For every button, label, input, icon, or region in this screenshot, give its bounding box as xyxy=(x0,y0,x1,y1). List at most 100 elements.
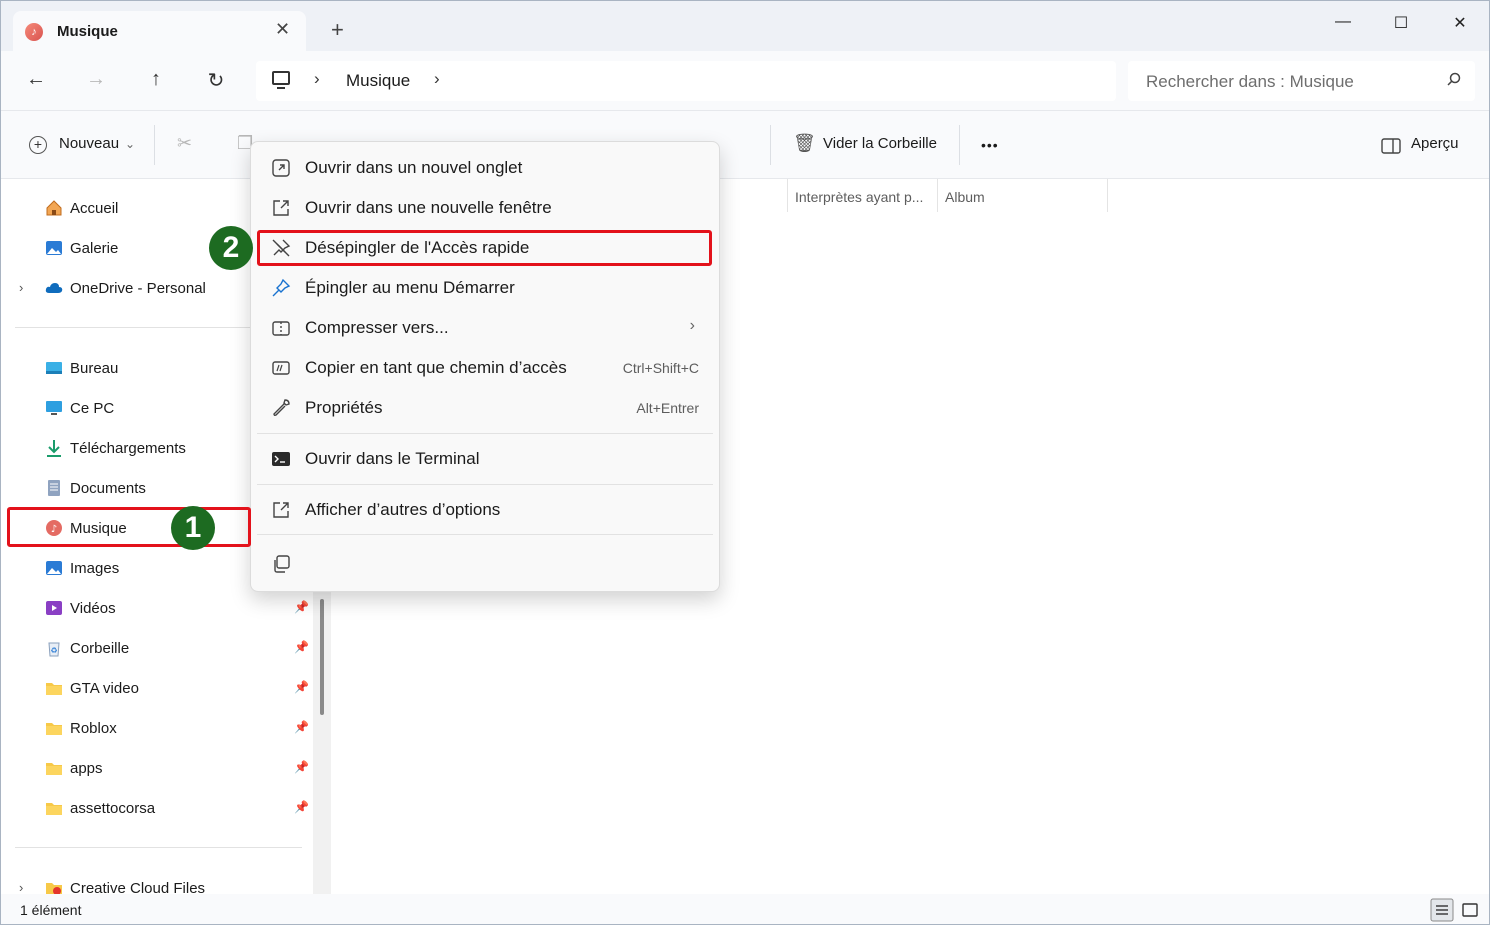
preview-pane-icon[interactable] xyxy=(1381,138,1401,154)
sidebar-item-label: apps xyxy=(70,760,103,777)
toolbar-divider xyxy=(959,125,960,165)
sidebar-divider xyxy=(15,847,302,848)
sidebar-item-label: Bureau xyxy=(70,360,119,377)
folder-icon xyxy=(46,763,62,775)
copy-icon[interactable] xyxy=(271,554,291,574)
menu-divider xyxy=(257,484,713,485)
maximize-button[interactable]: ☐ xyxy=(1386,13,1416,33)
menu-divider xyxy=(257,534,713,535)
desktop-icon xyxy=(46,362,62,374)
up-button[interactable]: ↑ xyxy=(141,68,171,91)
refresh-button[interactable]: ↻ xyxy=(201,68,231,93)
toolbar-divider xyxy=(770,125,771,165)
trash-icon[interactable]: 🗑 xyxy=(793,133,816,154)
more-options-button[interactable]: ••• xyxy=(981,137,999,153)
column-header-artists[interactable]: Interprètes ayant p... xyxy=(795,189,923,205)
breadcrumb-musique[interactable]: Musique xyxy=(346,71,410,91)
menu-item-label: Ouvrir dans un nouvel onglet xyxy=(305,158,523,177)
pin-icon xyxy=(272,278,291,297)
tab-title: Musique xyxy=(57,23,118,40)
document-icon xyxy=(48,480,60,496)
menu-item-open-new-tab[interactable]: Ouvrir dans un nouvel onglet xyxy=(257,150,713,186)
address-bar[interactable]: › Musique › xyxy=(256,61,1116,101)
toolbar-divider xyxy=(154,125,155,165)
menu-item-label: Compresser vers... xyxy=(305,318,449,337)
search-input[interactable]: Rechercher dans : Musique xyxy=(1128,61,1475,101)
expand-chevron-icon[interactable]: › xyxy=(19,880,23,895)
recycle-bin-icon: ♻ xyxy=(48,642,60,657)
close-button[interactable]: ✕ xyxy=(1445,13,1475,33)
menu-divider xyxy=(257,433,713,434)
tiles-view-icon[interactable] xyxy=(1458,898,1482,922)
folder-icon xyxy=(46,723,62,735)
sidebar-item-roblox[interactable]: Roblox 📌 xyxy=(45,717,309,741)
menu-item-copy-path[interactable]: Copier en tant que chemin d’accès Ctrl+S… xyxy=(257,350,713,386)
sidebar-item-gta-video[interactable]: GTA video 📌 xyxy=(45,677,309,701)
menu-item-open-terminal[interactable]: Ouvrir dans le Terminal xyxy=(257,441,713,477)
column-divider[interactable] xyxy=(787,179,788,212)
sidebar-item-videos[interactable]: Vidéos 📌 xyxy=(45,597,309,621)
item-count: 1 élément xyxy=(20,902,82,918)
new-plus-icon[interactable]: + xyxy=(29,136,47,154)
search-placeholder: Rechercher dans : Musique xyxy=(1146,72,1354,91)
new-window-icon xyxy=(273,200,289,216)
column-divider[interactable] xyxy=(937,179,938,212)
sidebar-item-label: Téléchargements xyxy=(70,440,186,457)
menu-item-compress[interactable]: Compresser vers... › xyxy=(257,310,713,346)
pin-icon: 📌 xyxy=(294,680,309,694)
breadcrumb-separator-icon[interactable]: › xyxy=(434,69,440,89)
address-row: ← → ↑ ↻ › Musique › Rechercher dans : Mu… xyxy=(1,51,1489,111)
sidebar-item-label: Roblox xyxy=(70,720,117,737)
sidebar-item-label: Accueil xyxy=(70,200,119,217)
column-divider[interactable] xyxy=(1107,179,1108,212)
image-icon xyxy=(46,561,62,575)
sidebar-item-label: OneDrive - Personal xyxy=(70,280,206,297)
computer-icon[interactable] xyxy=(272,71,290,89)
sidebar-item-assettocorsa[interactable]: assettocorsa 📌 xyxy=(45,797,309,821)
breadcrumb-separator-icon[interactable]: › xyxy=(314,69,320,89)
svg-text:♻: ♻ xyxy=(50,646,57,655)
pin-icon: 📌 xyxy=(294,760,309,774)
step-badge-1: 1 xyxy=(171,506,215,550)
details-view-icon[interactable] xyxy=(1430,898,1454,922)
menu-item-label: Afficher d’autres d’options xyxy=(305,500,501,519)
folder-icon xyxy=(46,803,62,815)
back-button[interactable]: ← xyxy=(21,68,51,91)
sidebar-item-label: GTA video xyxy=(70,680,139,697)
menu-item-open-new-window[interactable]: Ouvrir dans une nouvelle fenêtre xyxy=(257,190,713,226)
context-menu: Ouvrir dans un nouvel onglet Ouvrir dans… xyxy=(250,141,720,592)
sidebar-item-apps[interactable]: apps 📌 xyxy=(45,757,309,781)
column-header-album[interactable]: Album xyxy=(945,189,985,205)
tab-musique[interactable]: ♪ Musique ✕ xyxy=(13,11,306,52)
sidebar-item-corbeille[interactable]: ♻ Corbeille 📌 xyxy=(45,637,309,661)
menu-item-properties[interactable]: Propriétés Alt+Entrer xyxy=(257,390,713,426)
music-icon: ♪ xyxy=(25,23,43,41)
empty-recycle-bin-button[interactable]: Vider la Corbeille xyxy=(823,135,937,152)
new-chevron-icon[interactable]: ⌄ xyxy=(125,137,135,151)
new-button[interactable]: Nouveau xyxy=(59,135,119,152)
folder-icon xyxy=(46,683,62,695)
cut-icon[interactable]: ✂ xyxy=(177,133,192,154)
highlight-unpin xyxy=(257,230,712,266)
minimize-button[interactable]: — xyxy=(1328,13,1358,31)
pin-icon: 📌 xyxy=(294,600,309,614)
forward-button[interactable]: → xyxy=(81,68,111,91)
gallery-icon xyxy=(46,241,62,255)
step-badge-2: 2 xyxy=(209,226,253,270)
menu-item-label: Épingler au menu Démarrer xyxy=(305,278,515,297)
new-tab-button[interactable]: + xyxy=(331,19,344,41)
menu-item-more-options[interactable]: Afficher d’autres d’options xyxy=(257,492,713,528)
submenu-chevron-icon: › xyxy=(689,317,695,334)
menu-item-label: Propriétés xyxy=(305,398,383,417)
sidebar-item-label: assettocorsa xyxy=(70,800,156,817)
sidebar-scrollbar-thumb[interactable] xyxy=(320,599,324,715)
preview-button[interactable]: Aperçu xyxy=(1411,135,1459,152)
menu-item-pin-start[interactable]: Épingler au menu Démarrer xyxy=(257,270,713,306)
menu-item-shortcut: Alt+Entrer xyxy=(636,400,699,416)
pin-icon: 📌 xyxy=(294,640,309,654)
video-icon xyxy=(46,601,62,615)
search-icon xyxy=(1447,72,1461,86)
new-tab-icon xyxy=(272,159,290,177)
expand-chevron-icon[interactable]: › xyxy=(19,280,23,295)
tab-close-icon[interactable]: ✕ xyxy=(275,19,290,40)
